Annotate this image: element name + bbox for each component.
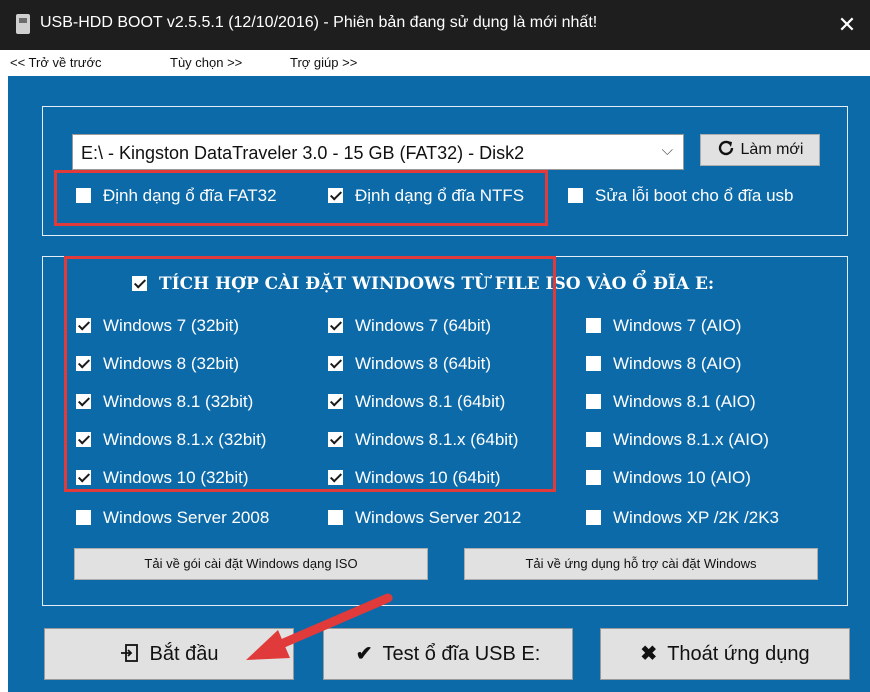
checkbox-box <box>586 394 601 409</box>
windows-option-label: Windows 7 (AIO) <box>613 316 742 335</box>
checkbox-box <box>328 510 343 525</box>
download-iso-button[interactable]: Tải về gói cài đặt Windows dạng ISO <box>74 548 428 580</box>
checkbox-box <box>586 356 601 371</box>
chevron-down-icon: ⌵ <box>661 142 673 159</box>
menu-back[interactable]: << Trở về trước <box>10 55 102 70</box>
drive-select-value: E:\ - Kingston DataTraveler 3.0 - 15 GB … <box>81 143 525 163</box>
windows-option-checkbox[interactable]: Windows 8.1.x (AIO) <box>586 430 769 450</box>
windows-option-checkbox[interactable]: Windows 7 (AIO) <box>586 316 741 336</box>
windows-option-checkbox[interactable]: Windows Server 2012 <box>328 508 521 528</box>
exit-button[interactable]: ✖ Thoát ứng dụng <box>600 628 850 680</box>
windows-option-checkbox[interactable]: Windows XP /2K /2K3 <box>586 508 779 528</box>
sign-in-icon <box>120 644 138 662</box>
menu-options[interactable]: Tùy chọn >> <box>170 55 242 70</box>
checkbox-box <box>586 318 601 333</box>
highlight-windows-box <box>64 256 556 492</box>
windows-option-label: Windows 8.1 (AIO) <box>613 392 756 411</box>
usb-app-icon <box>16 14 30 34</box>
close-icon[interactable]: ✕ <box>824 0 870 50</box>
windows-option-checkbox[interactable]: Windows 10 (AIO) <box>586 468 751 488</box>
windows-option-checkbox[interactable]: Windows 8 (AIO) <box>586 354 741 374</box>
checkbox-box <box>586 510 601 525</box>
download-tool-button[interactable]: Tải về ứng dụng hỗ trợ cài đặt Windows <box>464 548 818 580</box>
start-label: Bắt đầu <box>149 643 219 665</box>
drive-select[interactable]: E:\ - Kingston DataTraveler 3.0 - 15 GB … <box>72 134 684 170</box>
windows-option-label: Windows 8 (AIO) <box>613 354 742 373</box>
checkbox-box <box>568 188 583 203</box>
checkbox-box <box>586 470 601 485</box>
fix-boot-checkbox[interactable]: Sửa lỗi boot cho ổ đĩa usb <box>568 186 794 206</box>
main-panel: E:\ - Kingston DataTraveler 3.0 - 15 GB … <box>8 76 870 692</box>
highlight-format-box <box>54 170 548 226</box>
windows-option-label: Windows Server 2008 <box>103 508 270 527</box>
checkbox-box <box>76 510 91 525</box>
refresh-icon <box>718 140 733 156</box>
checkbox-box <box>586 432 601 447</box>
test-usb-label: Test ổ đĩa USB E: <box>382 643 541 665</box>
title-bar: USB-HDD BOOT v2.5.5.1 (12/10/2016) - Phi… <box>0 0 870 50</box>
windows-option-label: Windows 8.1.x (AIO) <box>613 430 769 449</box>
windows-option-checkbox[interactable]: Windows 8.1 (AIO) <box>586 392 756 412</box>
windows-option-label: Windows XP /2K /2K3 <box>613 508 779 527</box>
windows-option-label: Windows Server 2012 <box>355 508 522 527</box>
refresh-label: Làm mới <box>740 141 804 158</box>
menu-bar: << Trở về trước Tùy chọn >> Trợ giúp >> <box>0 50 870 76</box>
windows-option-label: Windows 10 (AIO) <box>613 468 751 487</box>
fix-boot-label: Sửa lỗi boot cho ổ đĩa usb <box>595 186 794 205</box>
exit-label: Thoát ứng dụng <box>667 643 810 665</box>
windows-option-checkbox[interactable]: Windows Server 2008 <box>76 508 269 528</box>
menu-help[interactable]: Trợ giúp >> <box>290 55 357 70</box>
red-arrow-annotation-icon <box>246 593 393 660</box>
refresh-button[interactable]: Làm mới <box>700 134 820 166</box>
close-icon: ✖ <box>640 643 658 665</box>
window-title: USB-HDD BOOT v2.5.5.1 (12/10/2016) - Phi… <box>40 14 598 31</box>
